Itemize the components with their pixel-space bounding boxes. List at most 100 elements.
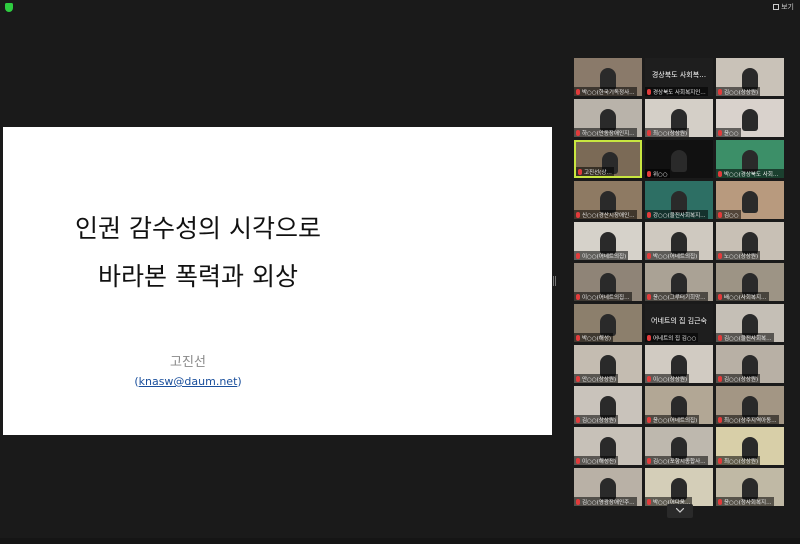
- mic-muted-icon: [647, 334, 651, 341]
- view-button[interactable]: 보기: [773, 2, 794, 12]
- participant-name: 노○○(상상원): [724, 253, 759, 260]
- participant-tile[interactable]: 이○○(어네트의집): [574, 222, 642, 260]
- participant-tile[interactable]: 박○○(어네트의집): [645, 222, 713, 260]
- grid-view-icon: [773, 4, 780, 10]
- participant-silhouette: [742, 191, 758, 213]
- participant-tile[interactable]: 이○○(어네트의집…: [574, 263, 642, 301]
- chevron-down-icon: [676, 508, 684, 513]
- participant-name: 박○○(해성): [582, 335, 612, 342]
- gallery-scroll-down-button[interactable]: [667, 504, 693, 518]
- slide-email-link[interactable]: knasw@daum.net: [139, 375, 238, 388]
- participant-tile[interactable]: 강○○(울진사회복지…: [645, 181, 713, 219]
- participant-tile[interactable]: 박○○(해성): [574, 304, 642, 342]
- participant-name: 윤○○(정사회복지…: [724, 499, 772, 506]
- participant-name-bar: 강○○(울진사회복지…: [645, 210, 708, 219]
- mic-muted-icon: [718, 211, 722, 218]
- participant-tile[interactable]: 고진선(상…: [574, 140, 642, 178]
- participant-tile[interactable]: 최○○(상주지역아동…: [716, 386, 784, 424]
- participant-tile[interactable]: 하○○(안동장애인지…: [574, 99, 642, 137]
- participant-name: 김○○(상상원): [582, 417, 617, 424]
- participant-name: 김○○(울진사회복…: [724, 335, 772, 342]
- participant-name: 김○○(상상원): [724, 89, 759, 96]
- participant-name: 이○○(상상원): [653, 376, 688, 383]
- participant-tile[interactable]: 윤○○(정사회복지…: [716, 468, 784, 506]
- participant-tile[interactable]: 김○○(영광장애인주…: [574, 468, 642, 506]
- participant-tile[interactable]: 윤○○(그루터기희망…: [645, 263, 713, 301]
- participant-name-bar: 윤○○(어네트의집): [645, 415, 700, 424]
- participant-name: 박○○(경상북도 사회복…: [724, 171, 782, 178]
- mic-muted-icon: [647, 498, 651, 505]
- participant-name-bar: 배○○(사회복지…: [716, 292, 769, 301]
- participant-tile[interactable]: 박○○(한국기독정사…: [574, 58, 642, 96]
- participant-tile[interactable]: 김○○: [716, 181, 784, 219]
- mic-muted-icon: [718, 457, 722, 464]
- view-button-label: 보기: [781, 3, 794, 11]
- participant-name: 최○○(상상원): [653, 130, 688, 137]
- participant-name: 어네트의 집 김○○: [653, 335, 697, 342]
- participant-tile[interactable]: 박○○(경상북도 사회복…: [716, 140, 784, 178]
- mic-muted-icon: [576, 88, 580, 95]
- participant-name-bar: 김○○: [716, 210, 741, 219]
- slide-title-line-1: 인권 감수성의 시각으로: [75, 214, 321, 243]
- participant-name-bar: 노○○(상상원): [716, 251, 761, 260]
- mic-muted-icon: [576, 211, 580, 218]
- security-shield-icon[interactable]: [5, 3, 13, 12]
- participant-name-bar: 윤○○(그루터기희망…: [645, 292, 708, 301]
- split-divider-handle[interactable]: [553, 276, 556, 286]
- mic-muted-icon: [718, 334, 722, 341]
- mic-muted-icon: [647, 293, 651, 300]
- participant-tile[interactable]: 경상북도 사회복… 경상북도 사회복지인…: [645, 58, 713, 96]
- mic-muted-icon: [576, 375, 580, 382]
- mic-muted-icon: [718, 416, 722, 423]
- participant-tile[interactable]: 안○○(상상원): [574, 345, 642, 383]
- participant-tile[interactable]: 김○○(상상원): [716, 58, 784, 96]
- participant-name-display: 어네트의 집 김근숙: [651, 317, 707, 325]
- participant-tile[interactable]: 이○○(해성진): [574, 427, 642, 465]
- participant-name-bar: 최○○(상주지역아동…: [716, 415, 779, 424]
- participant-tile[interactable]: 위○○: [645, 140, 713, 178]
- participant-name: 윤○○(그루터기희망…: [653, 294, 706, 301]
- participant-name-bar: 고진선(상…: [576, 167, 614, 176]
- mic-muted-icon: [647, 170, 651, 177]
- participant-tile[interactable]: 김○○(상상원): [716, 345, 784, 383]
- participant-tile[interactable]: 김○○(포항시종합사…: [645, 427, 713, 465]
- participant-name: 김○○(상상원): [724, 376, 759, 383]
- participant-tile[interactable]: 박○○(어다움…: [645, 468, 713, 506]
- participant-tile[interactable]: 윤○○: [716, 99, 784, 137]
- participant-silhouette: [742, 109, 758, 131]
- participant-tile[interactable]: 신○○(경산시장애인…: [574, 181, 642, 219]
- participant-tile[interactable]: 어네트의 집 김근숙어네트의 집 김○○: [645, 304, 713, 342]
- participant-name-bar: 김○○(영광장애인주…: [574, 497, 637, 506]
- participant-name-bar: 안○○(상상원): [574, 374, 619, 383]
- mic-muted-icon: [576, 252, 580, 259]
- participant-tile[interactable]: 이○○(상상원): [645, 345, 713, 383]
- participant-name: 김○○(포항시종합사…: [653, 458, 706, 465]
- participant-tile[interactable]: 김○○(상상원): [574, 386, 642, 424]
- participant-name-bar: 박○○(어네트의집): [645, 251, 700, 260]
- participant-tile[interactable]: 최○○(상상원): [645, 99, 713, 137]
- participant-name-bar: 박○○(경상북도 사회복…: [716, 169, 784, 178]
- mic-muted-icon: [647, 88, 651, 95]
- participant-name-bar: 어네트의 집 김○○: [645, 333, 699, 342]
- participant-name: 박○○(한국기독정사…: [582, 89, 635, 96]
- mic-muted-icon: [576, 129, 580, 136]
- slide-email: (knasw@daum.net): [134, 375, 242, 388]
- participant-name: 이○○(어네트의집): [582, 253, 627, 260]
- participant-tile[interactable]: 윤○○(어네트의집): [645, 386, 713, 424]
- participant-name-bar: 위○○: [645, 169, 670, 178]
- participant-name-bar: 이○○(상상원): [645, 374, 690, 383]
- participant-name: 배○○(사회복지…: [724, 294, 767, 301]
- mic-muted-icon: [576, 498, 580, 505]
- participant-name-bar: 이○○(어네트의집): [574, 251, 629, 260]
- mic-muted-icon: [718, 252, 722, 259]
- participant-name-bar: 김○○(포항시종합사…: [645, 456, 708, 465]
- participant-tile[interactable]: 노○○(상상원): [716, 222, 784, 260]
- participant-tile[interactable]: 배○○(사회복지…: [716, 263, 784, 301]
- mic-muted-icon: [718, 170, 722, 177]
- mic-muted-icon: [647, 375, 651, 382]
- mic-muted-icon: [578, 168, 582, 175]
- participant-tile[interactable]: 최○○(상상원): [716, 427, 784, 465]
- participant-tile[interactable]: 김○○(울진사회복…: [716, 304, 784, 342]
- participant-name-bar: 김○○(울진사회복…: [716, 333, 774, 342]
- mic-muted-icon: [576, 457, 580, 464]
